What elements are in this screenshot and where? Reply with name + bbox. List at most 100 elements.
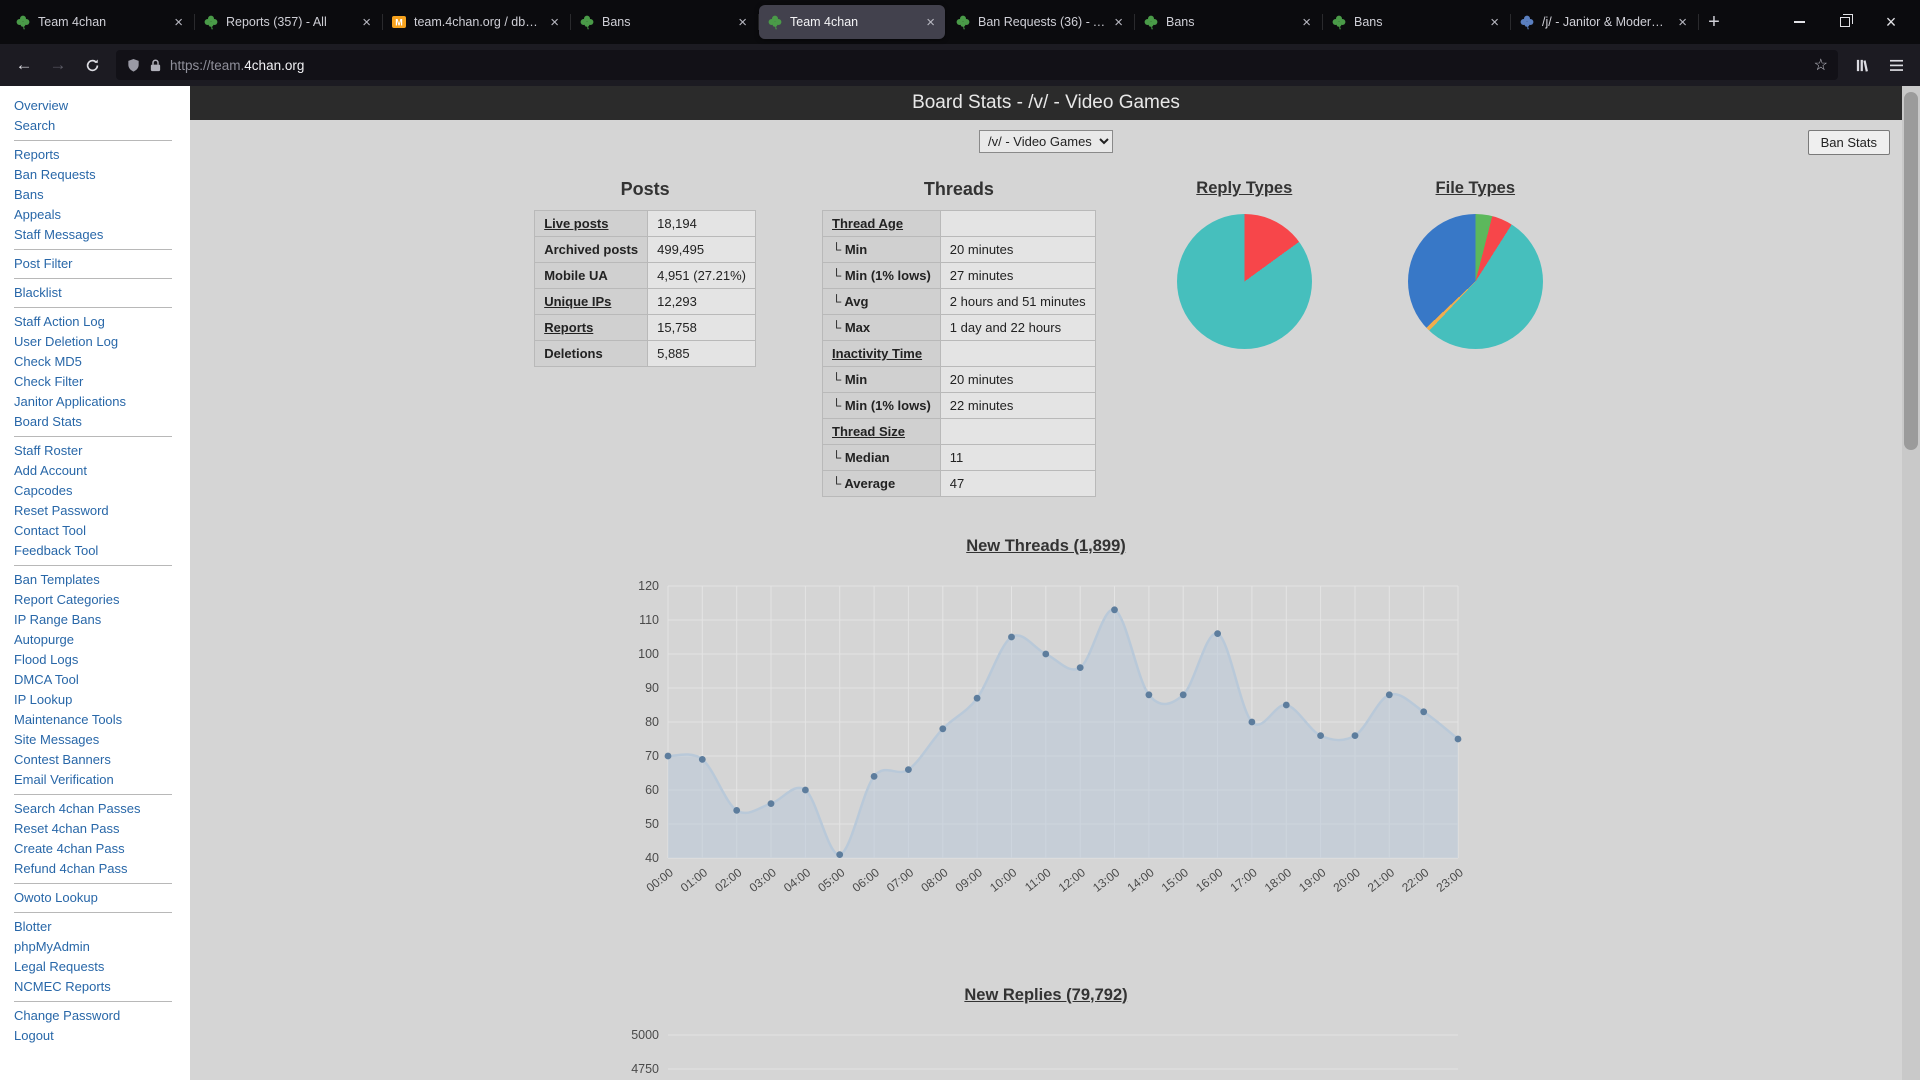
table-row: Thread Size — [823, 419, 1096, 445]
restore-button[interactable] — [1822, 0, 1868, 44]
sidebar-link-owoto-lookup[interactable]: Owoto Lookup — [14, 888, 190, 908]
tab-close-icon[interactable]: × — [1676, 15, 1689, 30]
minimize-button[interactable] — [1776, 0, 1822, 44]
tab-close-icon[interactable]: × — [548, 15, 561, 30]
reply-types-block: Reply Types — [1162, 179, 1327, 349]
table-row: Archived posts499,495 — [535, 237, 756, 263]
tab-close-icon[interactable]: × — [924, 15, 937, 30]
sidebar-link-board-stats[interactable]: Board Stats — [14, 412, 190, 432]
reload-button[interactable] — [76, 49, 108, 81]
sidebar-link-phpmyadmin[interactable]: phpMyAdmin — [14, 937, 190, 957]
new-threads-line-chart: 40506070809010011012000:0001:0002:0003:0… — [616, 572, 1476, 922]
sidebar-link-ip-range-bans[interactable]: IP Range Bans — [14, 610, 190, 630]
x-tick-label: 19:00 — [1296, 865, 1329, 895]
sidebar-link-staff-messages[interactable]: Staff Messages — [14, 225, 190, 245]
tab[interactable]: Reports (357) - All× — [195, 5, 381, 39]
tab-close-icon[interactable]: × — [1488, 15, 1501, 30]
tab-close-icon[interactable]: × — [1112, 15, 1125, 30]
stat-value: 15,758 — [648, 315, 756, 341]
sidebar-link-report-categories[interactable]: Report Categories — [14, 590, 190, 610]
sidebar-link-legal-requests[interactable]: Legal Requests — [14, 957, 190, 977]
table-row: Inactivity Time — [823, 341, 1096, 367]
sidebar-link-check-md5[interactable]: Check MD5 — [14, 352, 190, 372]
ban-stats-button[interactable]: Ban Stats — [1808, 130, 1890, 155]
board-select[interactable]: /v/ - Video Games — [979, 130, 1113, 153]
close-window-button[interactable]: × — [1868, 0, 1914, 44]
sidebar-link-logout[interactable]: Logout — [14, 1026, 190, 1046]
sidebar-link-blotter[interactable]: Blotter — [14, 917, 190, 937]
sidebar-link-post-filter[interactable]: Post Filter — [14, 254, 190, 274]
sidebar-link-blacklist[interactable]: Blacklist — [14, 283, 190, 303]
tab[interactable]: /j/ - Janitor & Moderator...× — [1511, 5, 1697, 39]
sidebar-link-reset-password[interactable]: Reset Password — [14, 501, 190, 521]
tab[interactable]: Bans× — [571, 5, 757, 39]
tab[interactable]: Bans × — [1135, 5, 1321, 39]
sidebar-link-email-verification[interactable]: Email Verification — [14, 770, 190, 790]
tab-close-icon[interactable]: × — [1300, 15, 1313, 30]
tab-title: team.4chan.org / db-ena... — [414, 15, 541, 29]
sidebar-link-flood-logs[interactable]: Flood Logs — [14, 650, 190, 670]
sidebar-link-maintenance-tools[interactable]: Maintenance Tools — [14, 710, 190, 730]
sidebar-link-add-account[interactable]: Add Account — [14, 461, 190, 481]
tab[interactable]: Bans× — [1323, 5, 1509, 39]
stat-value: 4,951 (27.21%) — [648, 263, 756, 289]
sidebar-separator — [14, 912, 172, 913]
tab[interactable]: Mteam.4chan.org / db-ena...× — [383, 5, 569, 39]
page-header-bar: Board Stats - /v/ - Video Games — [190, 86, 1902, 120]
sidebar-link-ncmec-reports[interactable]: NCMEC Reports — [14, 977, 190, 997]
sidebar-link-user-deletion-log[interactable]: User Deletion Log — [14, 332, 190, 352]
bookmark-star-icon[interactable]: ☆ — [1814, 55, 1828, 75]
sidebar-link-dmca-tool[interactable]: DMCA Tool — [14, 670, 190, 690]
x-tick-label: 23:00 — [1434, 865, 1467, 895]
scrollbar-thumb[interactable] — [1904, 92, 1918, 450]
sidebar-link-contest-banners[interactable]: Contest Banners — [14, 750, 190, 770]
x-tick-label: 11:00 — [1022, 865, 1054, 894]
tab[interactable]: Ban Requests (36) - All× — [947, 5, 1133, 39]
library-button[interactable] — [1846, 49, 1878, 81]
sidebar-link-feedback-tool[interactable]: Feedback Tool — [14, 541, 190, 561]
sidebar-link-reports[interactable]: Reports — [14, 145, 190, 165]
sidebar-link-bans[interactable]: Bans — [14, 185, 190, 205]
lock-icon — [149, 58, 162, 73]
sidebar-link-janitor-applications[interactable]: Janitor Applications — [14, 392, 190, 412]
sidebar-link-create-4chan-pass[interactable]: Create 4chan Pass — [14, 839, 190, 859]
sidebar-link-staff-roster[interactable]: Staff Roster — [14, 441, 190, 461]
tab-active[interactable]: Team 4chan× — [759, 5, 945, 39]
new-tab-button[interactable]: + — [1698, 6, 1730, 38]
sidebar-link-appeals[interactable]: Appeals — [14, 205, 190, 225]
menu-button[interactable] — [1880, 49, 1912, 81]
tab[interactable]: Team 4chan× — [7, 5, 193, 39]
stat-label: └ Avg — [823, 289, 941, 315]
tab-close-icon[interactable]: × — [172, 15, 185, 30]
back-button[interactable]: ← — [8, 49, 40, 81]
tab-close-icon[interactable]: × — [736, 15, 749, 30]
sidebar-link-staff-action-log[interactable]: Staff Action Log — [14, 312, 190, 332]
stat-label: Inactivity Time — [823, 341, 941, 367]
sidebar-link-reset-4chan-pass[interactable]: Reset 4chan Pass — [14, 819, 190, 839]
sidebar-link-contact-tool[interactable]: Contact Tool — [14, 521, 190, 541]
x-tick-label: 22:00 — [1399, 865, 1432, 895]
stat-value: 12,293 — [648, 289, 756, 315]
stat-label: Thread Size — [823, 419, 941, 445]
sidebar-link-refund-4chan-pass[interactable]: Refund 4chan Pass — [14, 859, 190, 879]
tab-close-icon[interactable]: × — [360, 15, 373, 30]
sidebar-link-search[interactable]: Search — [14, 116, 190, 136]
scrollbar[interactable] — [1902, 86, 1920, 1080]
sidebar-link-check-filter[interactable]: Check Filter — [14, 372, 190, 392]
new-replies-section: New Replies (79,792) 3000325035003750400… — [190, 986, 1902, 1080]
sidebar-link-site-messages[interactable]: Site Messages — [14, 730, 190, 750]
sidebar-link-search-4chan-passes[interactable]: Search 4chan Passes — [14, 799, 190, 819]
sidebar-link-capcodes[interactable]: Capcodes — [14, 481, 190, 501]
url-bar[interactable]: https://team.4chan.org ☆ — [116, 50, 1838, 80]
y-tick-label: 80 — [645, 715, 659, 729]
tab-title: Bans — [1166, 15, 1293, 29]
sidebar-link-autopurge[interactable]: Autopurge — [14, 630, 190, 650]
sidebar-link-ip-lookup[interactable]: IP Lookup — [14, 690, 190, 710]
sidebar-link-overview[interactable]: Overview — [14, 96, 190, 116]
sidebar-link-ban-requests[interactable]: Ban Requests — [14, 165, 190, 185]
forward-button[interactable]: → — [42, 49, 74, 81]
sidebar-link-ban-templates[interactable]: Ban Templates — [14, 570, 190, 590]
sidebar-link-change-password[interactable]: Change Password — [14, 1006, 190, 1026]
stat-label: └ Average — [823, 471, 941, 497]
sidebar-separator — [14, 883, 172, 884]
